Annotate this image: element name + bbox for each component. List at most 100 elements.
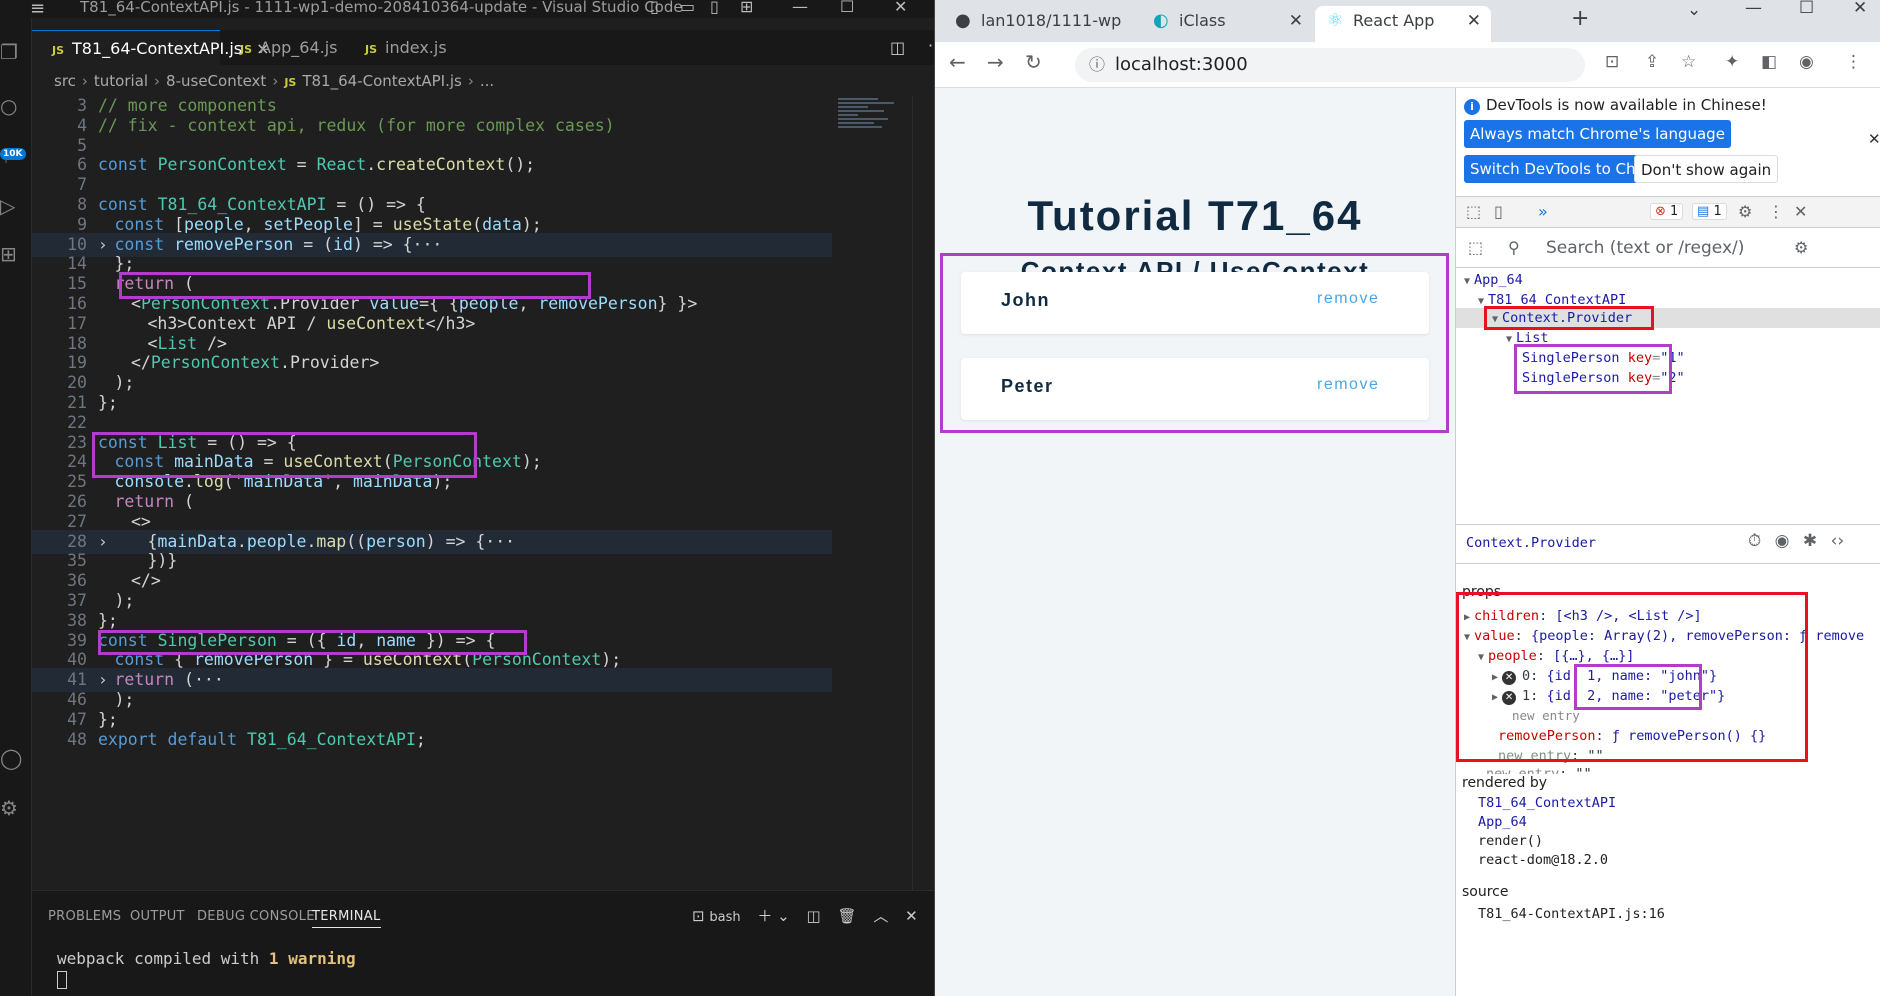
bookmark-star-icon[interactable]: ☆ [1681, 52, 1696, 72]
minimize-icon[interactable]: — [1745, 0, 1762, 18]
extensions-icon[interactable]: ⊞ [0, 242, 32, 270]
more-tabs-icon[interactable]: » [1538, 202, 1548, 221]
add-terminal-icon[interactable]: ＋ [757, 907, 772, 925]
eye-icon[interactable]: ◉ [1775, 531, 1790, 551]
maximize-icon[interactable]: ☐ [840, 0, 854, 16]
code-line[interactable]: 48 export default T81_64_ContextAPI; [32, 728, 832, 752]
bug-icon[interactable]: ✱ [1803, 531, 1817, 551]
tab-index[interactable]: JS index.js [345, 30, 465, 65]
tab-label: index.js [385, 38, 447, 57]
close-tab-icon[interactable]: ✕ [1289, 6, 1303, 36]
rendered-by-item: react-dom@18.2.0 [1478, 852, 1609, 868]
layout-icon[interactable]: ▯ [650, 0, 659, 16]
bottom-panel: PROBLEMS OUTPUT DEBUG CONSOLE TERMINAL ⊡… [32, 890, 934, 996]
close-tab-icon[interactable]: ✕ [1467, 6, 1481, 36]
page-title: Tutorial T71_64 [1027, 192, 1363, 239]
tab-app64[interactable]: JS App_64.js [220, 30, 345, 65]
always-match-language-button[interactable]: Always match Chrome's language [1464, 120, 1731, 148]
back-icon[interactable]: ← [949, 50, 966, 74]
translate-icon[interactable]: ⊡ [1605, 52, 1619, 72]
rendered-by-link[interactable]: App_64 [1478, 814, 1527, 830]
code-icon[interactable]: ‹› [1831, 531, 1845, 551]
maximize-panel-icon[interactable]: ︿ [873, 907, 888, 925]
close-panel-icon[interactable]: ✕ [905, 907, 918, 925]
extensions-icon[interactable]: ✦ [1725, 52, 1739, 72]
minimap[interactable] [838, 96, 898, 176]
explorer-icon[interactable]: ❐ [0, 40, 32, 68]
browser-tab-strip: ● lan1018/1111-wp ◐ iClass ✕ ⚛ React App… [935, 0, 1880, 42]
tab-label: App_64.js [260, 38, 338, 57]
select-component-icon[interactable]: ⬚ [1468, 238, 1483, 257]
annotation-box [940, 253, 1449, 433]
line-number: 48 [67, 729, 87, 749]
message-count-badge[interactable]: ▤ 1 [1692, 203, 1727, 220]
site-info-icon[interactable]: ⓘ [1089, 48, 1105, 82]
minimize-icon[interactable]: — [792, 0, 808, 16]
tab-terminal[interactable]: TERMINAL [312, 909, 381, 928]
terminal-output: webpack compiled with 1 warning [57, 949, 356, 968]
manage-gear-icon[interactable]: ⚙ [0, 796, 32, 824]
editor-scrollbar[interactable] [912, 96, 926, 896]
js-file-icon: JS [240, 43, 253, 56]
layout-customize-icon[interactable]: ▯ [710, 0, 719, 16]
new-tab-icon[interactable]: + [1571, 6, 1589, 31]
selected-component-name: Context.Provider [1466, 535, 1597, 551]
tab-debug-console[interactable]: DEBUG CONSOLE [197, 909, 315, 924]
close-icon[interactable]: ✕ [894, 0, 907, 16]
account-icon[interactable]: ◯ [0, 746, 32, 774]
share-icon[interactable]: ⇪ [1645, 52, 1659, 72]
tab-search-icon[interactable]: ⌄ [1687, 0, 1701, 20]
browser-tab-github[interactable]: ● lan1018/1111-wp [943, 6, 1137, 42]
layout-grid-icon[interactable]: ⊞ [740, 0, 753, 16]
side-panel-icon[interactable]: ◧ [1761, 52, 1777, 72]
settings-gear-icon[interactable]: ⚙ [1738, 202, 1752, 221]
search-icon: ⚲ [1508, 238, 1520, 257]
close-icon[interactable]: ✕ [1853, 0, 1867, 18]
tab-output[interactable]: OUTPUT [130, 909, 185, 924]
timer-icon[interactable]: ⏱ [1748, 531, 1761, 551]
breadcrumb-item[interactable]: ... [480, 72, 494, 90]
reload-icon[interactable]: ↻ [1025, 50, 1042, 74]
breadcrumb-item[interactable]: 8-useContext [166, 72, 266, 90]
message-icon: ▤ [1697, 204, 1710, 219]
close-devtools-icon[interactable]: ✕ [1794, 202, 1807, 221]
tab-contextapi[interactable]: JS T81_64-ContextAPI.js × [32, 30, 270, 65]
tab-problems[interactable]: PROBLEMS [48, 909, 121, 924]
breadcrumb-item[interactable]: tutorial [94, 72, 148, 90]
search-icon[interactable]: ○ [0, 94, 32, 122]
annotation-box [98, 630, 527, 655]
menu-icon[interactable]: ≡ [30, 0, 45, 19]
triangle-down-icon: ▼ [1506, 334, 1513, 345]
source-location[interactable]: T81_64-ContextAPI.js:16 [1478, 906, 1665, 922]
terminal-shell-label[interactable]: bash [709, 910, 740, 925]
tree-node-app[interactable]: ▼ App_64 [1464, 270, 1523, 290]
error-count-badge[interactable]: ⊗ 1 [1650, 203, 1684, 220]
split-editor-icon[interactable]: ◫ [890, 38, 905, 57]
component-search-input[interactable]: Search (text or /regex/) [1546, 238, 1744, 258]
rendered-by-link[interactable]: T81_64_ContextAPI [1478, 795, 1616, 811]
forward-icon[interactable]: → [987, 50, 1004, 74]
dont-show-again-button[interactable]: Don't show again [1634, 155, 1779, 183]
chevron-down-icon[interactable]: ⌄ [777, 907, 790, 925]
more-options-icon[interactable]: ⋮ [1768, 202, 1784, 221]
browser-tab-react[interactable]: ⚛ React App ✕ [1315, 6, 1491, 42]
device-toolbar-icon[interactable]: ▯ [1494, 202, 1503, 221]
panel-toggle-icon[interactable]: ▭ [680, 0, 695, 16]
breadcrumb-item[interactable]: T81_64-ContextAPI.js [302, 72, 462, 90]
chrome-window: ● lan1018/1111-wp ◐ iClass ✕ ⚛ React App… [934, 0, 1880, 996]
error-count: 1 [1670, 204, 1679, 219]
rendered-by-title: rendered by [1462, 775, 1548, 791]
breadcrumb-item[interactable]: src [54, 72, 76, 90]
settings-gear-icon[interactable]: ⚙ [1794, 238, 1808, 257]
profile-avatar-icon[interactable]: ◉ [1799, 52, 1814, 72]
inspect-element-icon[interactable]: ⬚ [1466, 202, 1481, 221]
more-menu-icon[interactable]: ⋮ [1845, 52, 1862, 72]
split-terminal-icon[interactable]: ◫ [807, 907, 821, 925]
code-editor[interactable]: 3// more components 4// fix - context api… [32, 94, 934, 894]
run-debug-icon[interactable]: ▷ [0, 194, 32, 222]
trash-icon[interactable]: 🗑 [838, 907, 857, 925]
browser-tab-iclass[interactable]: ◐ iClass ✕ [1141, 6, 1313, 42]
maximize-icon[interactable]: ☐ [1799, 0, 1814, 18]
close-banner-icon[interactable]: ✕ [1868, 130, 1880, 148]
address-bar[interactable]: ⓘ localhost:3000 [1075, 48, 1585, 82]
